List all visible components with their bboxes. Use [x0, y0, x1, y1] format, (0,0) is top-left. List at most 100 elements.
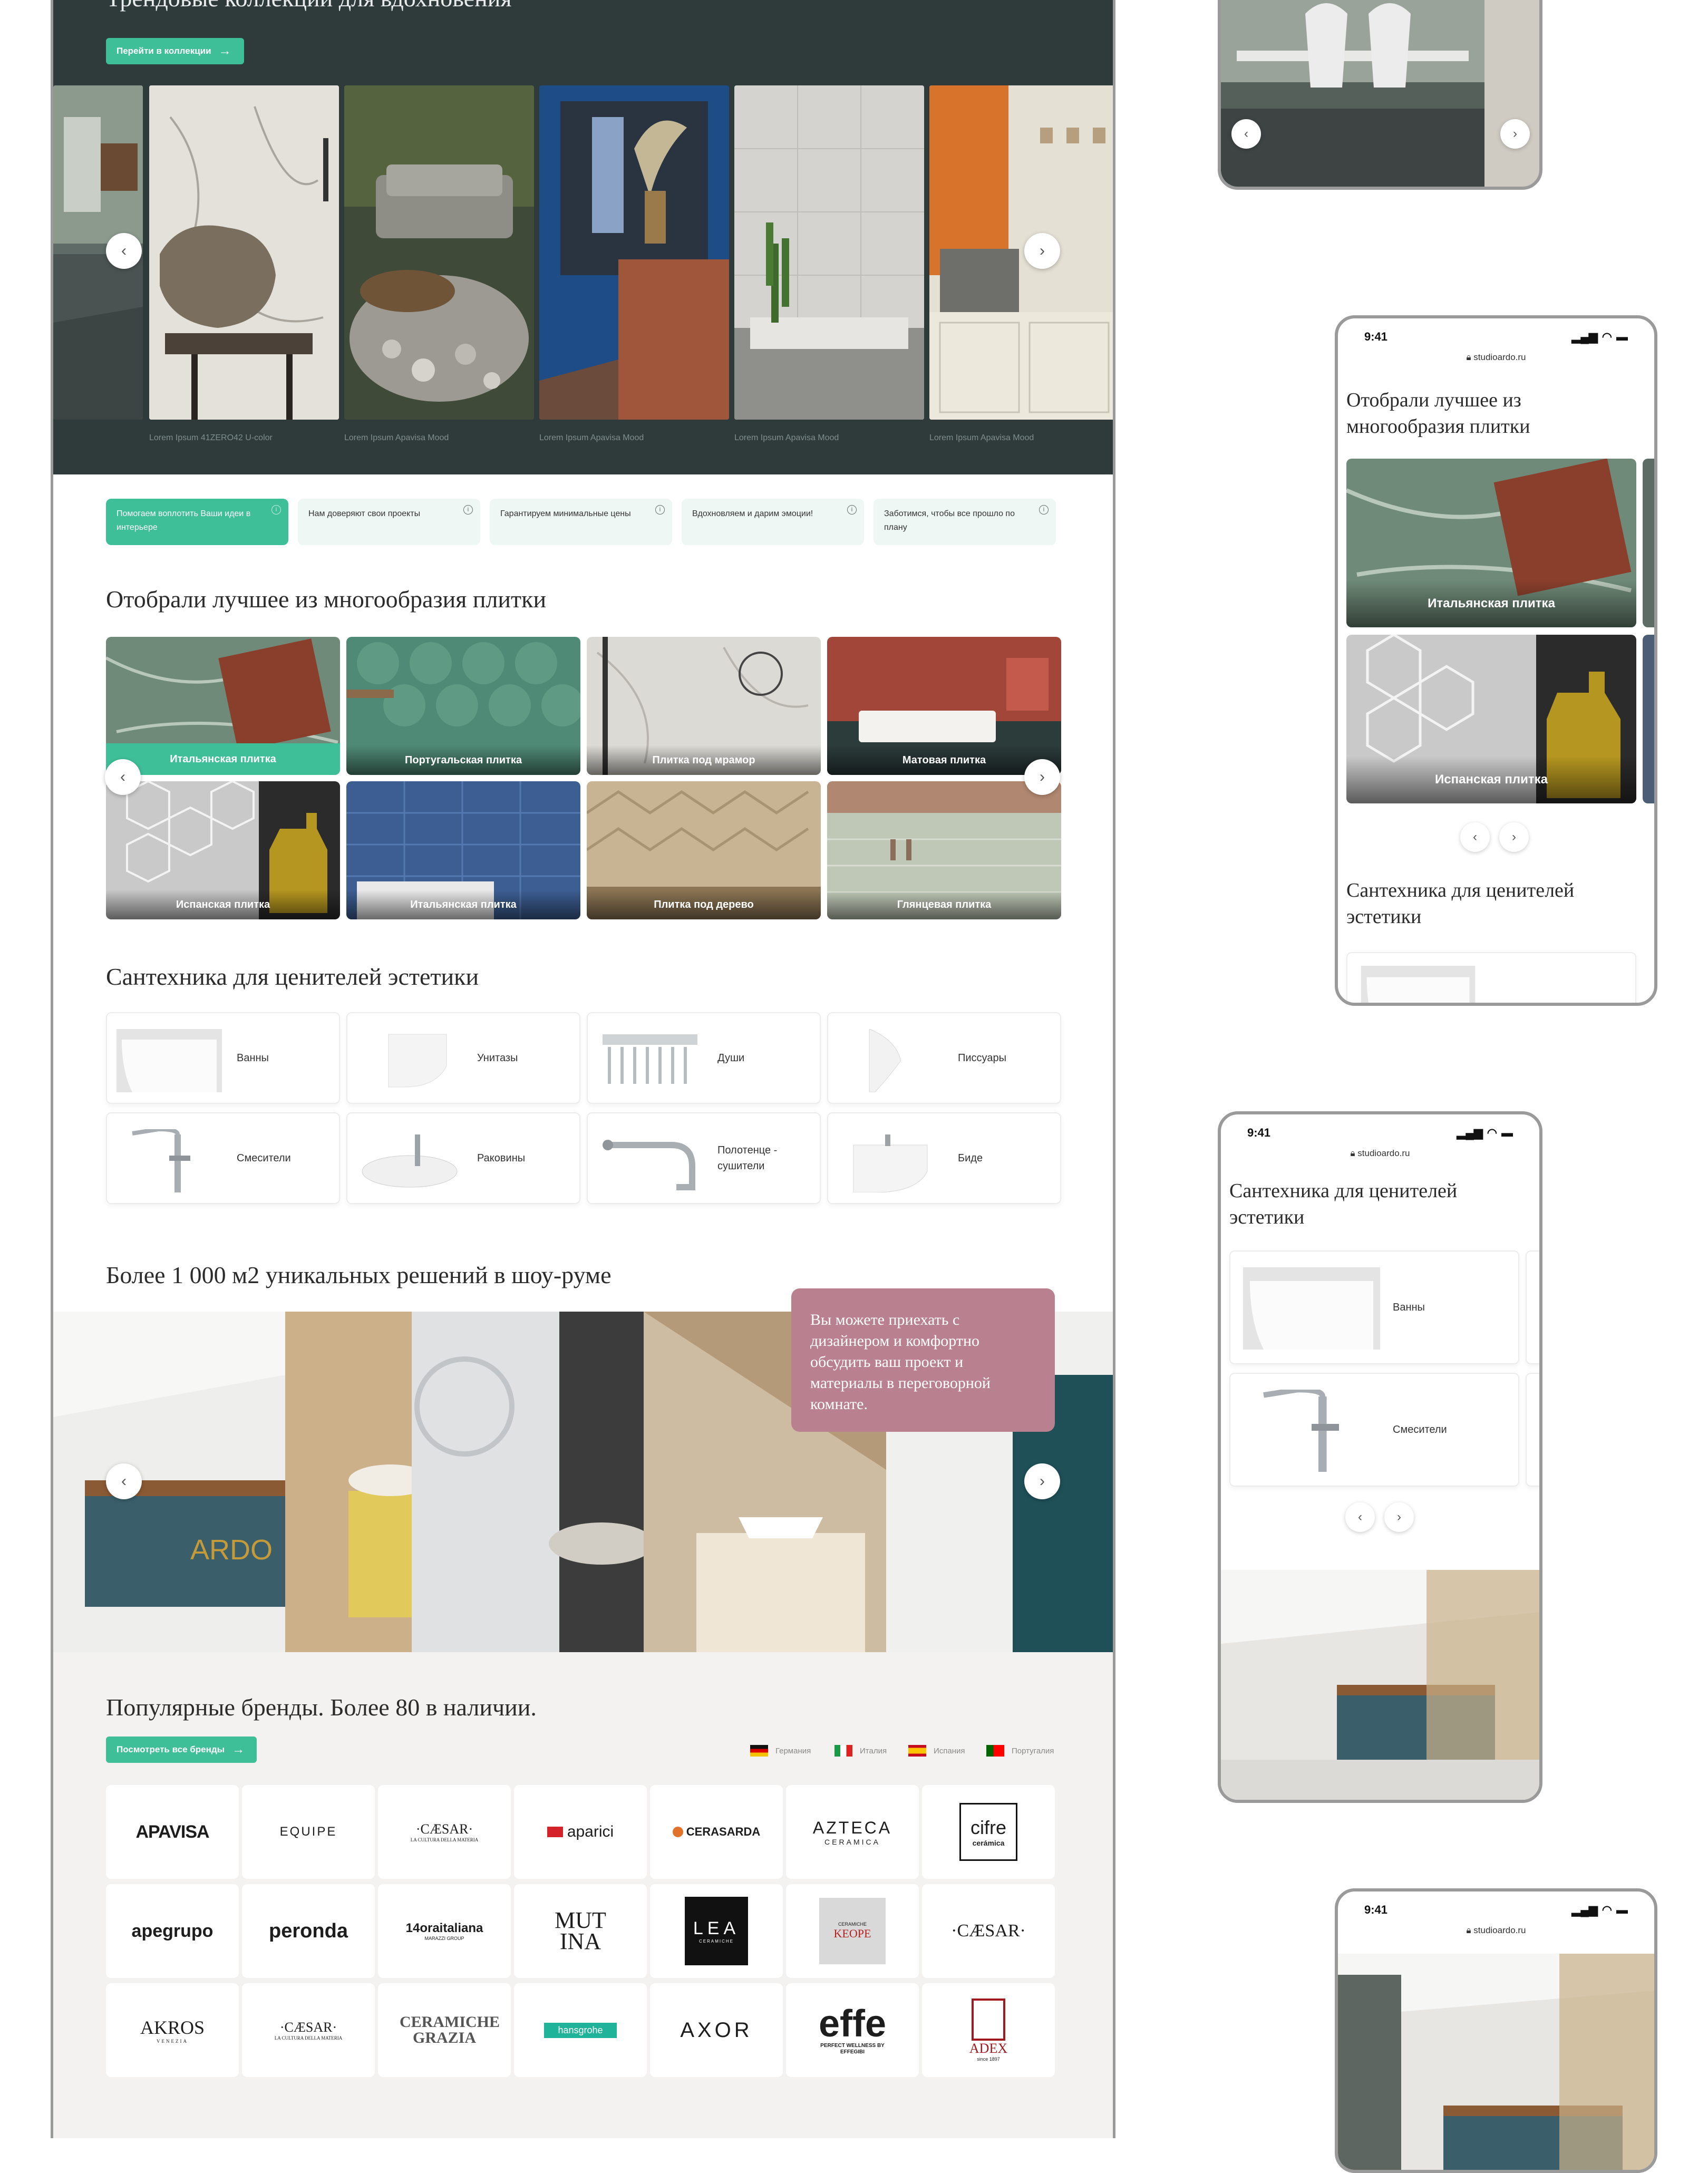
phone-plumbing-card-bath[interactable]: Ванны	[1229, 1250, 1519, 1364]
brand-logo-apavisa[interactable]: APAVISA	[106, 1785, 239, 1879]
plumbing-card-urinals[interactable]: Писсуары	[827, 1012, 1061, 1104]
tile-label: Итальянская плитка	[106, 743, 340, 775]
tile-card[interactable]: Португальская плитка	[346, 637, 580, 775]
tile-card[interactable]: Глянцевая плитка	[827, 781, 1061, 919]
tile-card[interactable]: Матовая плитка	[827, 637, 1061, 775]
phone-plumbing-next-button[interactable]: ›	[1384, 1502, 1414, 1532]
phone-plumbing-card[interactable]	[1346, 952, 1636, 1003]
plumbing-card-bidet[interactable]: Биде	[827, 1112, 1061, 1204]
plumbing-card-label: Унитазы	[477, 1052, 518, 1064]
plumbing-card-showers[interactable]: Души	[587, 1012, 821, 1104]
feature-tab-care[interactable]: Заботимся, чтобы все прошло по плану i	[874, 499, 1056, 545]
brand-logo-akros[interactable]: AKROS VENEZIA	[106, 1983, 239, 2077]
country-label: Испания	[934, 1746, 965, 1755]
brand-logo-apegrupo[interactable]: apegrupo	[106, 1884, 239, 1978]
brand-logo-caesar-2[interactable]: ·CÆSAR·	[922, 1884, 1055, 1978]
collection-card[interactable]	[149, 85, 339, 420]
brand-logo-lea[interactable]: LEA CERAMICHE	[650, 1884, 783, 1978]
collection-image	[734, 85, 924, 420]
showroom-next-button[interactable]: ›	[1024, 1463, 1060, 1499]
phone-gallery-prev-button[interactable]: ‹	[1231, 119, 1261, 149]
country-filter-spain[interactable]: Испания	[908, 1745, 965, 1757]
country-label: Германия	[775, 1746, 811, 1755]
brand-logo-aparici[interactable]: aparici	[514, 1785, 647, 1879]
phone-tile-card[interactable]: Итальянская плитка	[1346, 459, 1636, 627]
tiles-next-button[interactable]: ›	[1024, 759, 1060, 795]
brand-logo-caesar[interactable]: ·CÆSAR· LA CULTURA DELLA MATERIA	[378, 1785, 511, 1879]
info-icon[interactable]: i	[655, 505, 665, 515]
tile-card[interactable]: Плитка под дерево	[587, 781, 821, 919]
all-brands-button[interactable]: Посмотреть все бренды →	[106, 1737, 257, 1763]
feature-tab-inspire[interactable]: Вдохновляем и дарим эмоции! i	[682, 499, 864, 545]
cifre-box: cifre cerámica	[959, 1803, 1017, 1861]
all-brands-label: Посмотреть все бренды	[117, 1744, 225, 1754]
brand-logo-14oraitaliana[interactable]: 14oraitaliana MARAZZI GROUP	[378, 1884, 511, 1978]
collection-card[interactable]	[344, 85, 534, 420]
feature-label: Вдохновляем и дарим эмоции!	[692, 509, 813, 518]
feature-tab-prices[interactable]: Гарантируем минимальные цены i	[490, 499, 672, 545]
brand-logo-cerasarda[interactable]: CERASARDA	[650, 1785, 783, 1879]
phone-plumbing-card-mixers[interactable]: Смесители	[1229, 1373, 1519, 1487]
collection-image	[929, 85, 1113, 420]
brand-name: CERAMICHE GRAZIA	[400, 2013, 500, 2046]
info-icon[interactable]: i	[463, 505, 473, 515]
plumbing-card-label: Писсуары	[958, 1052, 1006, 1064]
phone-url-bar[interactable]: 🔒︎ studioardo.ru	[1338, 352, 1654, 363]
brand-logo-equipe[interactable]: EQUIPE	[242, 1785, 375, 1879]
brand-logo-grazia[interactable]: CERAMICHE GRAZIA	[378, 1983, 511, 2077]
country-label: Португалия	[1012, 1746, 1054, 1755]
brand-logo-hansgrohe[interactable]: hansgrohe	[514, 1983, 647, 2077]
signal-icon: ▂▄▆	[1571, 1903, 1598, 1916]
plumbing-card-towel-dryers[interactable]: Полотенце - сушители	[587, 1112, 821, 1204]
brand-logo-adex[interactable]: ADEX since 1897	[922, 1983, 1055, 2077]
plumbing-card-mixers[interactable]: Смесители	[106, 1112, 340, 1204]
collection-card[interactable]	[929, 85, 1113, 420]
brand-logo-cifre[interactable]: cifre cerámica	[922, 1785, 1055, 1879]
info-icon[interactable]: i	[847, 505, 857, 515]
brand-logo-caesar-3[interactable]: ·CÆSAR· LA CULTURA DELLA MATERIA	[242, 1983, 375, 2077]
brand-subline: PERFECT WELLNESS BY EFFEGIBI	[820, 2043, 885, 2055]
info-icon[interactable]: i	[271, 505, 281, 515]
tile-card[interactable]: Итальянская плитка	[346, 781, 580, 919]
phone-tile-peek	[1643, 635, 1654, 803]
carousel-next-button[interactable]: ›	[1024, 233, 1060, 269]
feature-tab-ideas[interactable]: Помогаем воплотить Ваши идеи в интерьере…	[106, 499, 288, 545]
collection-card[interactable]	[734, 85, 924, 420]
toilet-image	[388, 1034, 447, 1088]
phone-gallery-next-button[interactable]: ›	[1500, 119, 1530, 149]
brand-logo-azteca[interactable]: AZTECA CERAMICA	[786, 1785, 919, 1879]
lock-icon: 🔒︎	[1350, 1148, 1355, 1158]
country-filter-italy[interactable]: Италия	[834, 1745, 887, 1757]
phone-url-bar[interactable]: 🔒︎ studioardo.ru	[1221, 1148, 1539, 1159]
brand-logo-effe[interactable]: effe PERFECT WELLNESS BY EFFEGIBI	[786, 1983, 919, 2077]
showroom-prev-button[interactable]: ‹	[106, 1463, 142, 1499]
feature-tab-trust[interactable]: Нам доверяют свои проекты i	[298, 499, 480, 545]
plumbing-card-sinks[interactable]: Раковины	[346, 1112, 580, 1204]
status-time: 9:41	[1364, 330, 1388, 343]
brand-name: EQUIPE	[279, 1825, 337, 1839]
brand-logo-peronda[interactable]: peronda	[242, 1884, 375, 1978]
info-icon[interactable]: i	[1039, 505, 1049, 515]
phone-tiles-next-button[interactable]: ›	[1499, 822, 1529, 852]
tile-card[interactable]: Испанская плитка	[106, 781, 340, 919]
tile-card[interactable]: Итальянская плитка	[106, 637, 340, 775]
brand-logo-keope[interactable]: CERAMICHE KEOPE	[786, 1884, 919, 1978]
brand-logo-mutina[interactable]: MUTINA	[514, 1884, 647, 1978]
go-to-collections-button[interactable]: Перейти в коллекции →	[106, 38, 244, 64]
brand-name: aparici	[567, 1823, 614, 1840]
country-filter-portugal[interactable]: Португалия	[986, 1745, 1054, 1757]
collection-card[interactable]	[539, 85, 729, 420]
phone-plumbing-prev-button[interactable]: ‹	[1345, 1502, 1375, 1532]
tile-card[interactable]: Плитка под мрамор	[587, 637, 821, 775]
phone-plumbing-title: Сантехника для ценителей эстетики	[1346, 879, 1575, 928]
carousel-prev-button[interactable]: ‹	[106, 233, 142, 269]
plumbing-card-bath[interactable]: Ванны	[106, 1012, 340, 1104]
plumbing-card-label: Смесители	[237, 1152, 291, 1164]
phone-tiles-prev-button[interactable]: ‹	[1460, 822, 1490, 852]
phone-url-bar[interactable]: 🔒︎ studioardo.ru	[1338, 1925, 1654, 1936]
tiles-prev-button[interactable]: ‹	[105, 759, 141, 795]
country-filter-germany[interactable]: Германия	[750, 1745, 811, 1757]
brand-logo-axor[interactable]: AXOR	[650, 1983, 783, 2077]
plumbing-card-toilets[interactable]: Унитазы	[346, 1012, 580, 1104]
phone-tile-card[interactable]: Испанская плитка	[1346, 635, 1636, 803]
